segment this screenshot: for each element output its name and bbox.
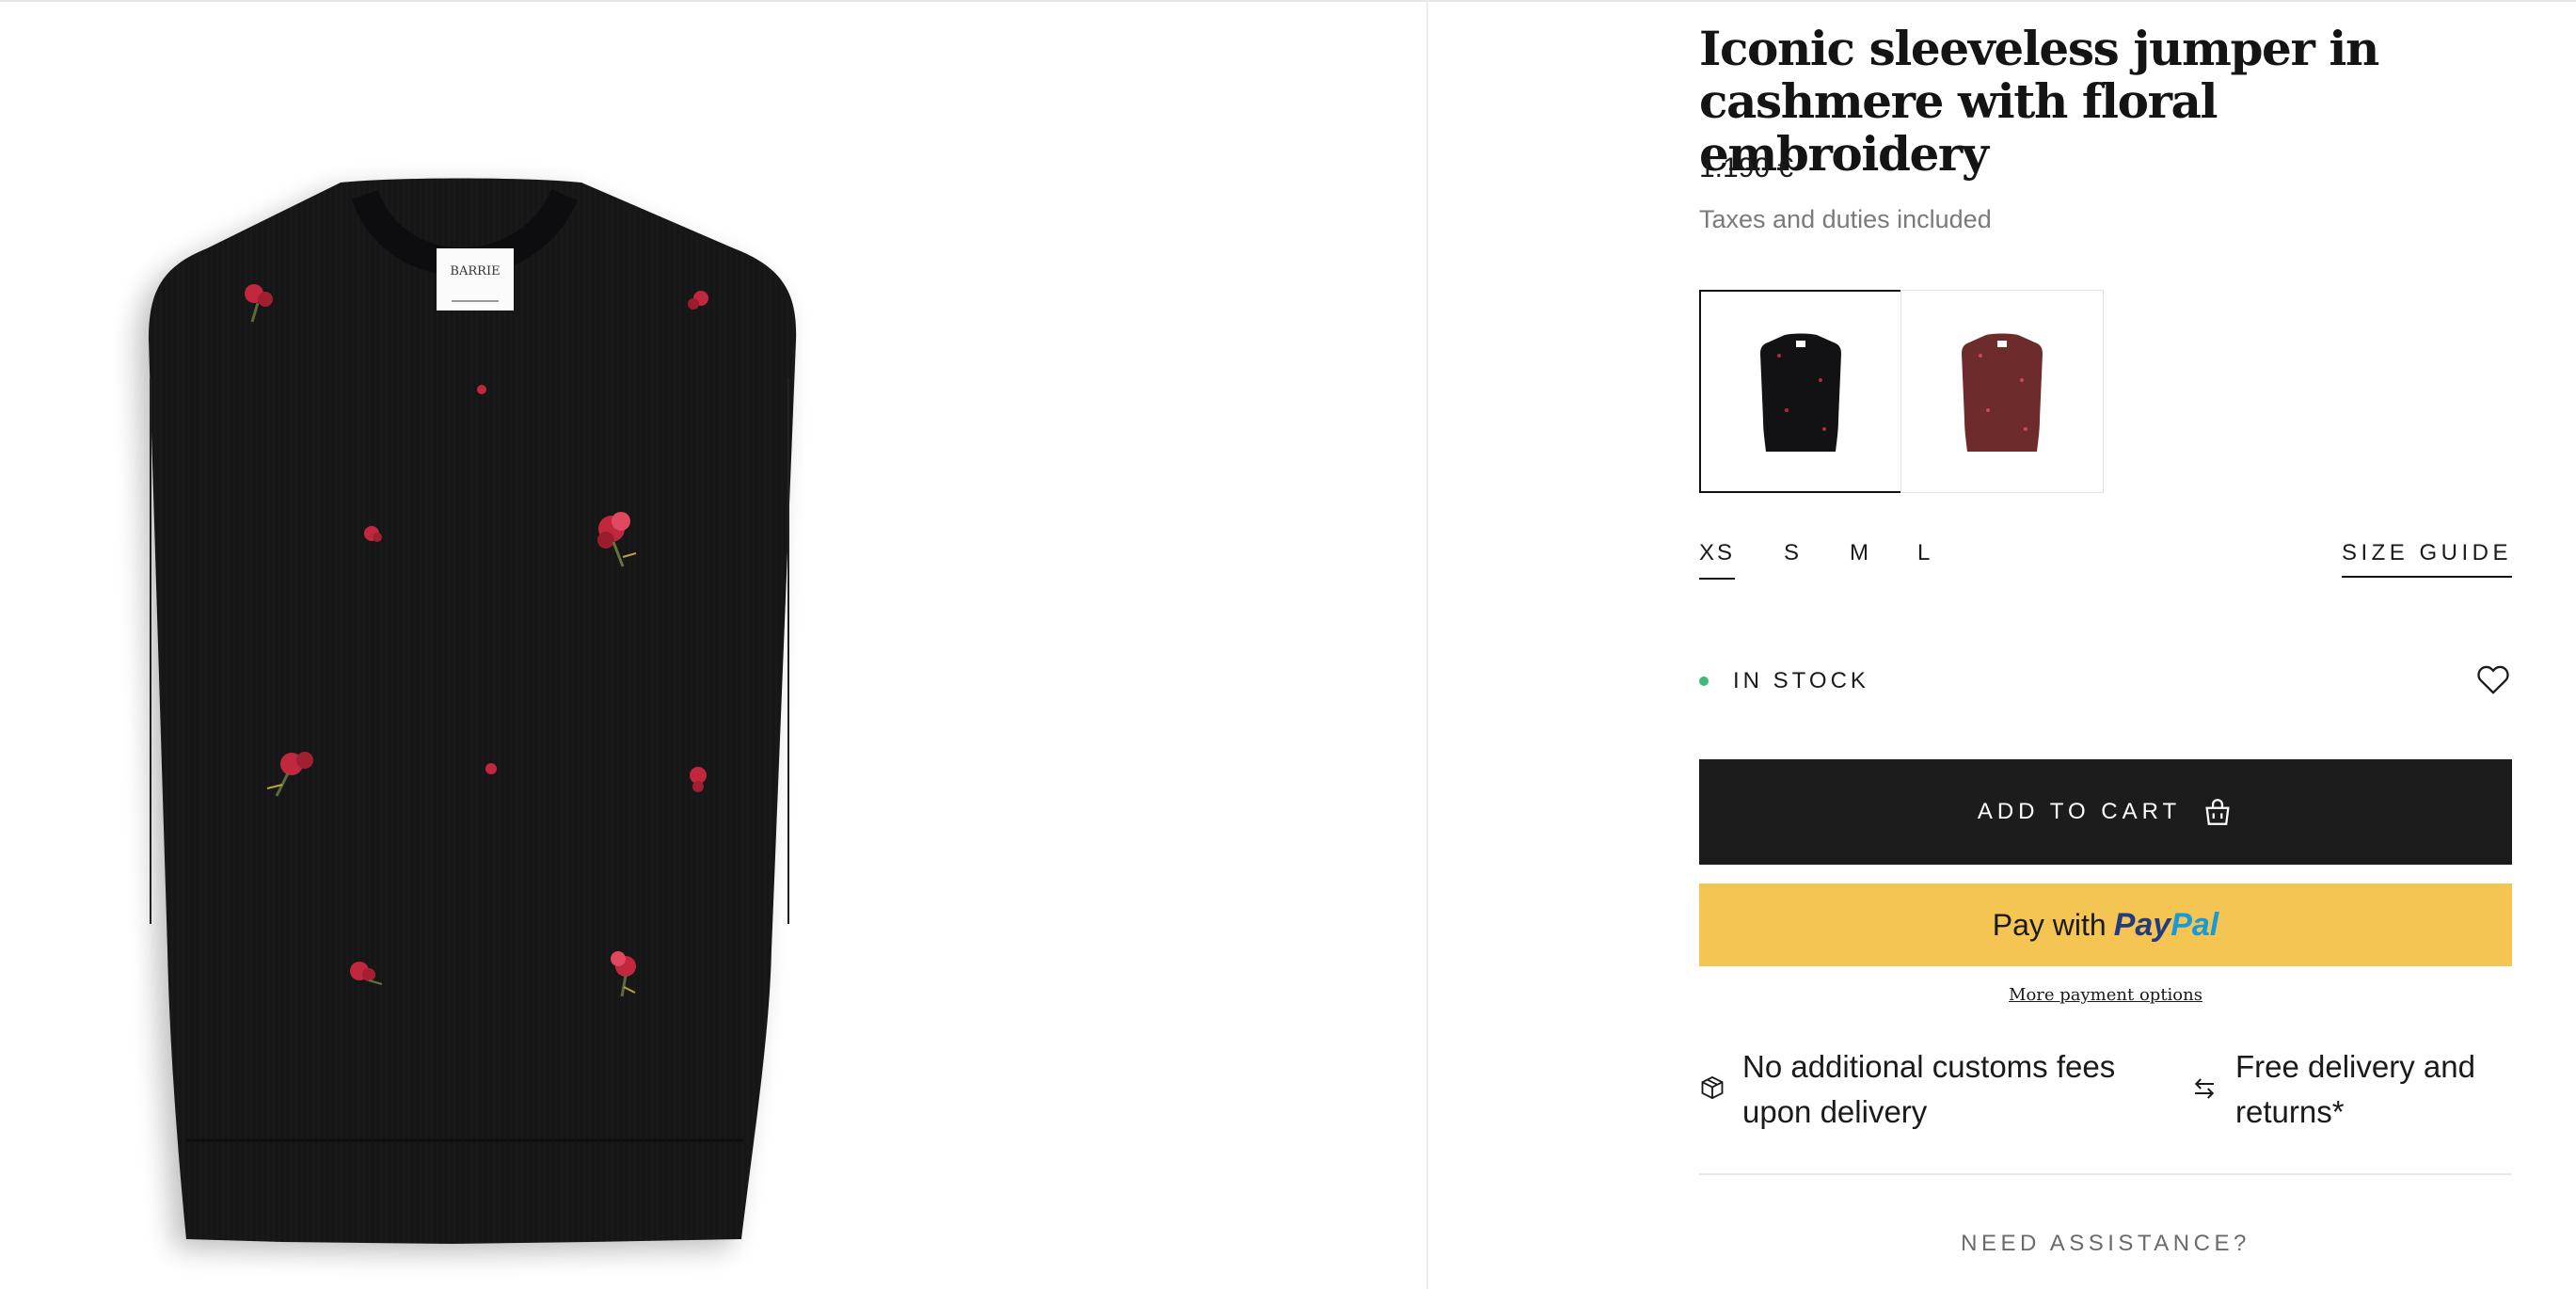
color-swatch-black[interactable]: [1699, 290, 1902, 493]
shopping-bag-icon: [2205, 799, 2230, 825]
need-assistance-heading: NEED ASSISTANCE?: [1961, 1231, 2250, 1256]
product-photo: BARRIE: [149, 178, 797, 1244]
swatch-thumbnail-burgundy: [1962, 333, 2043, 452]
section-divider: [1699, 1173, 2512, 1175]
stock-label: IN STOCK: [1733, 668, 1869, 693]
size-option-m[interactable]: M: [1850, 540, 1871, 578]
product-image[interactable]: BARRIE: [0, 2, 1426, 1289]
more-payment-options-link[interactable]: More payment options: [1699, 985, 2512, 1005]
product-title: Iconic sleeveless jumper in cashmere wit…: [1699, 21, 2379, 182]
size-guide-link[interactable]: SIZE GUIDE: [2341, 540, 2512, 578]
heart-icon[interactable]: [2474, 660, 2512, 698]
stock-indicator-dot: [1699, 676, 1709, 686]
add-to-cart-button[interactable]: ADD TO CART: [1699, 759, 2512, 865]
paypal-prefix: Pay with: [1992, 907, 2107, 942]
size-option-s[interactable]: S: [1784, 540, 1802, 578]
vertical-divider: [1426, 0, 1428, 1289]
jumper-shape: [149, 178, 797, 1244]
paypal-logo-pay: Pay: [2113, 906, 2171, 943]
stock-status: IN STOCK: [1699, 668, 1869, 694]
add-to-cart-label: ADD TO CART: [1977, 799, 2182, 824]
product-price: 1.190 €: [1699, 152, 1794, 183]
swatch-thumbnail-black: [1760, 333, 1841, 452]
perk-delivery-text: Free delivery and returns*: [2235, 1049, 2475, 1129]
size-option-l[interactable]: L: [1917, 540, 1932, 578]
perk-delivery: Free delivery and returns*: [2190, 1044, 2512, 1135]
color-swatch-burgundy[interactable]: [1900, 290, 2104, 493]
paypal-button[interactable]: Pay with Pay Pal: [1699, 883, 2512, 966]
box-icon: [1701, 1075, 1724, 1100]
perk-customs: No additional customs fees upon delivery: [1699, 1044, 2188, 1135]
size-option-xs[interactable]: XS: [1699, 540, 1736, 580]
brand-label-text: BARRIE: [450, 264, 500, 278]
exchange-arrows-icon: [2194, 1078, 2215, 1099]
paypal-logo-pal: Pal: [2171, 906, 2219, 943]
taxes-note: Taxes and duties included: [1699, 205, 1992, 233]
perk-customs-text: No additional customs fees upon delivery: [1742, 1049, 2116, 1129]
